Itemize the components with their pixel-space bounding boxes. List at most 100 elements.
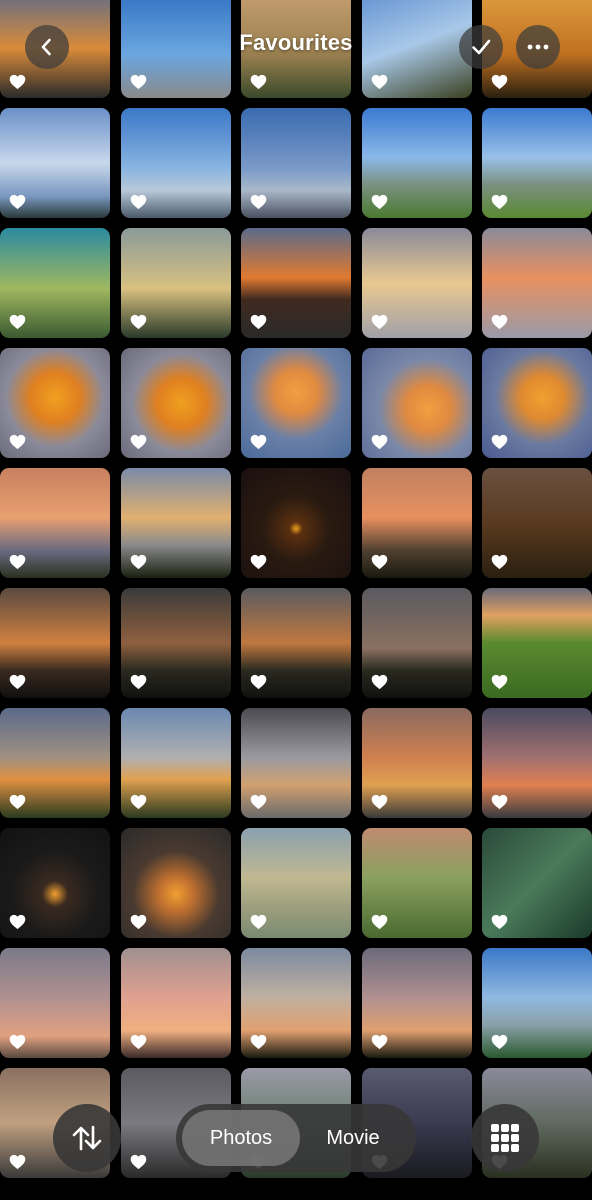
heart-icon [250,314,267,330]
photo-thumbnail[interactable] [120,828,231,938]
photo-thumbnail[interactable] [361,468,472,578]
photo-thumbnail[interactable] [0,348,110,458]
photo-thumbnail[interactable] [120,708,231,818]
heart-icon [250,794,267,810]
photo-thumbnail[interactable] [482,948,592,1058]
photo-thumbnail[interactable] [482,828,592,938]
heart-icon [130,194,147,210]
photo-thumbnail[interactable] [241,0,351,98]
sort-arrows-icon [72,1125,102,1151]
photo-thumbnail[interactable] [361,828,472,938]
photo-thumbnail[interactable] [120,468,231,578]
heart-icon [371,434,388,450]
photo-thumbnail[interactable] [241,468,351,578]
tab-photos[interactable]: Photos [182,1110,300,1166]
photo-thumbnail[interactable] [0,108,110,218]
heart-icon [491,674,508,690]
heart-icon [130,1034,147,1050]
photo-thumbnail[interactable] [361,708,472,818]
photo-thumbnail[interactable] [120,108,231,218]
heart-icon [371,674,388,690]
photo-thumbnail[interactable] [241,348,351,458]
view-segmented-control: Photos Movie [176,1104,416,1172]
heart-icon [371,1034,388,1050]
heart-icon [130,434,147,450]
heart-icon [491,194,508,210]
photo-thumbnail[interactable] [0,588,110,698]
heart-icon [9,914,26,930]
heart-icon [250,1034,267,1050]
heart-icon [491,314,508,330]
ellipsis-icon [527,44,549,50]
select-button[interactable] [459,25,503,69]
heart-icon [9,674,26,690]
more-button[interactable] [516,25,560,69]
photo-thumbnail[interactable] [482,348,592,458]
photo-thumbnail[interactable] [241,108,351,218]
heart-icon [250,194,267,210]
photo-thumbnail[interactable] [361,0,472,98]
photo-thumbnail[interactable] [0,228,110,338]
heart-icon [371,554,388,570]
heart-icon [250,914,267,930]
heart-icon [250,554,267,570]
heart-icon [371,74,388,90]
heart-icon [9,314,26,330]
photo-thumbnail[interactable] [241,228,351,338]
photo-thumbnail[interactable] [120,588,231,698]
heart-icon [130,794,147,810]
heart-icon [130,314,147,330]
heart-icon [9,794,26,810]
photo-thumbnail[interactable] [361,348,472,458]
heart-icon [491,794,508,810]
photo-thumbnail[interactable] [482,108,592,218]
heart-icon [371,194,388,210]
heart-icon [9,74,26,90]
photo-thumbnail[interactable] [120,228,231,338]
heart-icon [130,74,147,90]
photo-thumbnail[interactable] [241,948,351,1058]
sort-button[interactable] [53,1104,121,1172]
heart-icon [130,914,147,930]
photo-thumbnail[interactable] [0,828,110,938]
photo-thumbnail[interactable] [482,468,592,578]
grid-icon [491,1124,519,1152]
heart-icon [491,1034,508,1050]
photo-thumbnail[interactable] [241,828,351,938]
heart-icon [130,674,147,690]
photo-thumbnail[interactable] [361,228,472,338]
heart-icon [250,674,267,690]
heart-icon [9,1034,26,1050]
heart-icon [130,1154,147,1170]
photo-thumbnail[interactable] [0,708,110,818]
heart-icon [250,74,267,90]
photo-thumbnail[interactable] [0,468,110,578]
photo-thumbnail[interactable] [120,948,231,1058]
photo-thumbnail[interactable] [120,0,231,98]
heart-icon [491,914,508,930]
heart-icon [491,434,508,450]
heart-icon [371,314,388,330]
photo-thumbnail[interactable] [361,948,472,1058]
heart-icon [250,434,267,450]
photo-thumbnail[interactable] [482,228,592,338]
heart-icon [9,1154,26,1170]
photo-thumbnail[interactable] [0,948,110,1058]
heart-icon [130,554,147,570]
photo-thumbnail[interactable] [361,108,472,218]
heart-icon [9,194,26,210]
heart-icon [491,554,508,570]
back-button[interactable] [25,25,69,69]
photo-thumbnail[interactable] [241,708,351,818]
photo-thumbnail[interactable] [482,708,592,818]
photo-grid [0,0,592,1178]
photo-thumbnail[interactable] [241,588,351,698]
grid-layout-button[interactable] [471,1104,539,1172]
heart-icon [9,554,26,570]
checkmark-icon [472,39,491,55]
tab-movie[interactable]: Movie [300,1110,406,1166]
chevron-left-icon [41,38,51,56]
photo-thumbnail[interactable] [361,588,472,698]
photo-thumbnail[interactable] [482,588,592,698]
photo-thumbnail[interactable] [120,348,231,458]
